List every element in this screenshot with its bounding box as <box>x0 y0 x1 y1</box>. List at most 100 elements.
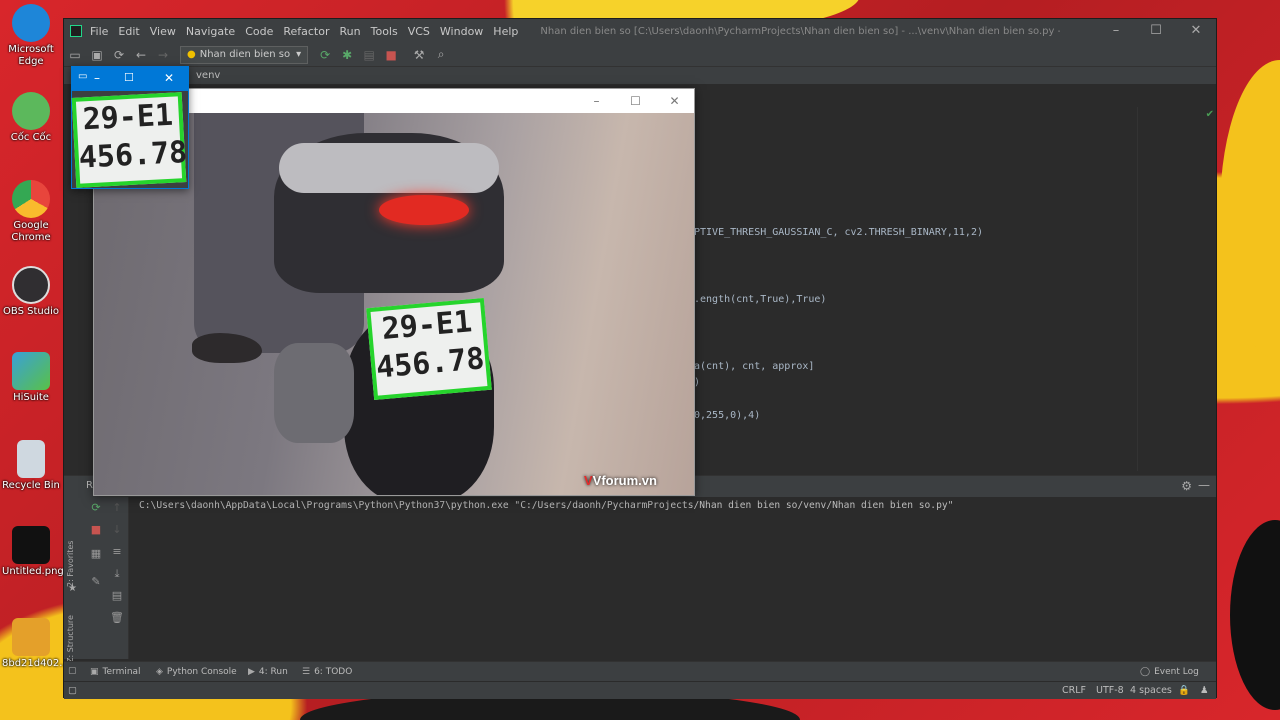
pycharm-logo-icon <box>70 25 82 37</box>
menu-help[interactable]: Help <box>493 25 518 38</box>
print-icon[interactable]: ▤ <box>107 589 127 602</box>
run-console[interactable]: C:\Users\daonh\AppData\Local\Programs\Py… <box>130 497 1216 659</box>
menu-file[interactable]: File <box>90 25 108 38</box>
license-plate-crop: 29-E1 456.78 <box>71 92 189 188</box>
rerun-icon[interactable]: ⟳ <box>86 501 106 514</box>
forward-icon[interactable]: → <box>152 48 174 62</box>
menu-tools[interactable]: Tools <box>371 25 398 38</box>
maximize-button[interactable]: ☐ <box>1136 19 1176 43</box>
arrow-up-icon[interactable]: ↑ <box>107 501 127 514</box>
gear-icon[interactable]: ⚙ <box>1181 479 1192 493</box>
minimize-button[interactable]: – <box>94 71 100 85</box>
run-tab-label[interactable]: R <box>86 480 93 491</box>
toggle-sidebar-icon[interactable]: ▢ <box>68 685 77 696</box>
plate-window-titlebar[interactable]: ▭ – ☐ ✕ <box>72 67 188 91</box>
python-icon: ● <box>187 48 196 60</box>
chrome-icon <box>12 180 50 218</box>
scroll-to-end-icon[interactable]: ⤓ <box>107 567 127 581</box>
desktop-icon-recycle-bin[interactable]: Recycle Bin <box>2 440 60 492</box>
save-icon[interactable]: ▣ <box>86 48 108 62</box>
maximize-button[interactable]: ☐ <box>124 71 134 84</box>
desktop-icons: Microsoft Edge Cốc Cốc Google Chrome OBS… <box>0 0 69 720</box>
close-button[interactable]: ✕ <box>655 89 694 113</box>
pin-icon[interactable]: ✎ <box>86 575 106 588</box>
minimize-button[interactable]: – <box>577 89 616 113</box>
status-bar: ▢ CRLF UTF-8 4 spaces 🔒 ♟ <box>64 681 1216 699</box>
breadcrumb-venv[interactable]: venv <box>196 70 220 81</box>
menu-edit[interactable]: Edit <box>118 25 139 38</box>
indent-status[interactable]: 4 spaces <box>1130 685 1172 696</box>
lock-icon[interactable]: 🔒 <box>1178 685 1190 696</box>
desktop-icon-label: 8bd21d402... <box>2 658 69 669</box>
plate-line-2: 456.78 <box>77 134 189 176</box>
vforum-logo-icon: V <box>584 473 593 488</box>
python-console-tab-label: Python Console <box>166 667 237 677</box>
todo-tab[interactable]: ☰ 6: TODO <box>302 667 352 677</box>
maximize-button[interactable]: ☐ <box>616 89 655 113</box>
run-configuration-select[interactable]: ● Nhan dien bien so ▾ <box>180 45 309 64</box>
menu-window[interactable]: Window <box>440 25 483 38</box>
favorites-tab[interactable]: 2: Favorites <box>66 541 75 587</box>
desktop-icon-edge[interactable]: Microsoft Edge <box>2 4 60 68</box>
menu-navigate[interactable]: Navigate <box>186 25 235 38</box>
desktop-icon-image-file[interactable]: 8bd21d402... <box>2 618 69 670</box>
star-icon: ★ <box>68 583 77 594</box>
desktop-icon-untitled-png[interactable]: Untitled.png <box>2 526 64 578</box>
rerun-icon[interactable]: ⟳ <box>314 48 336 62</box>
code-line: a(cnt), cnt, approx] <box>694 361 815 372</box>
wrench-icon[interactable]: ⚒ <box>408 48 430 62</box>
desktop-icon-coccoc[interactable]: Cốc Cốc <box>2 92 60 144</box>
structure-tab[interactable]: Z: Structure <box>66 615 75 663</box>
close-button[interactable]: ✕ <box>1176 19 1216 43</box>
desktop-icon-label: OBS Studio <box>3 306 59 317</box>
event-log-tab[interactable]: ◯ Event Log <box>1140 667 1199 677</box>
code-editor[interactable]: PTIVE_THRESH_GAUSSIAN_C, cv2.THRESH_BINA… <box>694 114 1134 456</box>
desktop-icon-obs[interactable]: OBS Studio <box>2 266 60 318</box>
menu-run[interactable]: Run <box>340 25 361 38</box>
python-console-tab[interactable]: ◈ Python Console <box>156 667 237 677</box>
hector-icon[interactable]: ♟ <box>1200 685 1209 696</box>
line-separator-status[interactable]: CRLF <box>1062 685 1086 696</box>
layout-icon[interactable]: ▦ <box>86 547 106 560</box>
back-icon[interactable]: ← <box>130 48 152 62</box>
plate-line-2: 456.78 <box>374 341 486 386</box>
run-config-label: Nhan dien bien so <box>199 48 291 60</box>
license-plate-detected: 29-E1 456.78 <box>366 298 492 400</box>
stop-icon[interactable]: ■ <box>86 523 106 536</box>
ide-toolbar: ▭ ▣ ⟳ ← → ● Nhan dien bien so ▾ ⟳ ✱ ▤ ■ … <box>64 43 1216 67</box>
chevron-down-icon: ▾ <box>296 48 302 60</box>
menu-code[interactable]: Code <box>245 25 273 38</box>
search-icon[interactable]: ⌕ <box>430 47 452 62</box>
stop-icon[interactable]: ■ <box>380 48 402 62</box>
run-tab[interactable]: ▶ 4: Run <box>248 667 288 677</box>
menu-refactor[interactable]: Refactor <box>283 25 329 38</box>
sync-icon[interactable]: ⟳ <box>108 48 130 62</box>
desktop-icon-label: Microsoft Edge <box>8 44 54 67</box>
window-controls: – ☐ ✕ <box>577 89 694 113</box>
encoding-status[interactable]: UTF-8 <box>1096 685 1124 696</box>
recycle-bin-icon <box>17 440 45 478</box>
code-line: 0,255,0),4) <box>694 410 761 421</box>
menu-view[interactable]: View <box>150 25 176 38</box>
desktop-icon-hisuite[interactable]: HiSuite <box>2 352 60 404</box>
debug-icon[interactable]: ✱ <box>336 48 358 62</box>
open-folder-icon[interactable]: ▭ <box>64 48 86 62</box>
desktop-icon-chrome[interactable]: Google Chrome <box>2 180 60 244</box>
soft-wrap-icon[interactable]: ≡ <box>107 545 127 558</box>
desktop-icon-label: Recycle Bin <box>2 480 60 491</box>
arrow-down-icon[interactable]: ↓ <box>107 523 127 536</box>
toggle-tool-windows-icon[interactable]: ▢ <box>68 666 77 676</box>
opencv-plate-window[interactable]: ▭ – ☐ ✕ 29-E1 456.78 <box>71 66 189 189</box>
menu-vcs[interactable]: VCS <box>408 25 430 38</box>
image-file-icon <box>12 618 50 656</box>
terminal-tab[interactable]: ▣ Terminal <box>90 667 141 677</box>
event-log-label: Event Log <box>1154 667 1199 677</box>
minimize-button[interactable]: – <box>1096 19 1136 43</box>
window-controls: – ☐ ✕ <box>1096 19 1216 43</box>
close-button[interactable]: ✕ <box>164 71 174 85</box>
coverage-icon[interactable]: ▤ <box>358 48 380 62</box>
wallpaper-blob <box>1220 60 1280 360</box>
trash-icon[interactable]: 🗑 <box>107 611 127 624</box>
hide-panel-icon[interactable]: — <box>1198 478 1210 492</box>
obs-icon <box>12 266 50 304</box>
